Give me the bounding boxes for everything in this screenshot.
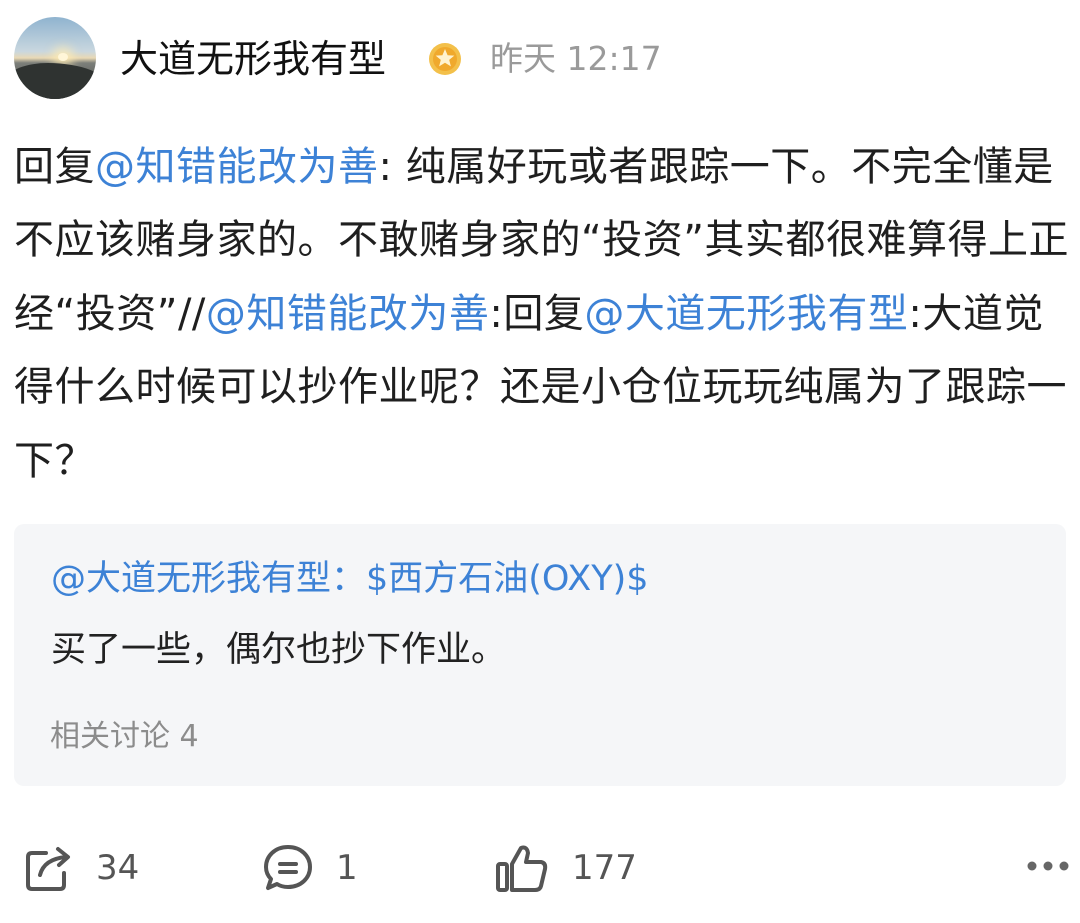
share-icon: [26, 847, 70, 891]
username[interactable]: 大道无形我有型: [120, 35, 386, 83]
like-count: 177: [572, 848, 637, 888]
post-header: 大道无形我有型 昨天 12:17: [0, 0, 1080, 120]
related-discussion-link[interactable]: 相关讨论 4: [50, 717, 199, 757]
quoted-post-text: 买了一些，偶尔也抄下作业。: [51, 630, 507, 670]
share-button[interactable]: 34: [24, 838, 139, 898]
post-time: 昨天 12:17: [490, 39, 662, 78]
more-icon[interactable]: [1026, 856, 1070, 876]
like-icon: [496, 845, 548, 892]
avatar[interactable]: [14, 17, 96, 99]
like-button[interactable]: 177: [494, 838, 637, 898]
share-count: 34: [96, 848, 140, 888]
content-text: 回复: [14, 144, 95, 190]
quoted-post-header[interactable]: @大道无形我有型：$西方石油(OXY)$: [51, 556, 649, 602]
mention-link[interactable]: @知错能改为善: [206, 291, 490, 337]
comment-count: 1: [336, 848, 358, 888]
quoted-post[interactable]: @大道无形我有型：$西方石油(OXY)$ 买了一些，偶尔也抄下作业。 相关讨论 …: [14, 524, 1066, 786]
content-text: :回复: [489, 290, 585, 337]
comment-icon: [264, 845, 312, 890]
comment-button[interactable]: 1: [262, 838, 358, 898]
mention-link[interactable]: @大道无形我有型: [584, 291, 908, 337]
mention-link[interactable]: @知错能改为善: [95, 144, 379, 190]
verified-badge-icon: [429, 43, 461, 75]
post-content: 回复@知错能改为善: 纯属好玩或者跟踪一下。不完全懂是不应该赌身家的。不敢赌身家…: [14, 131, 1069, 498]
